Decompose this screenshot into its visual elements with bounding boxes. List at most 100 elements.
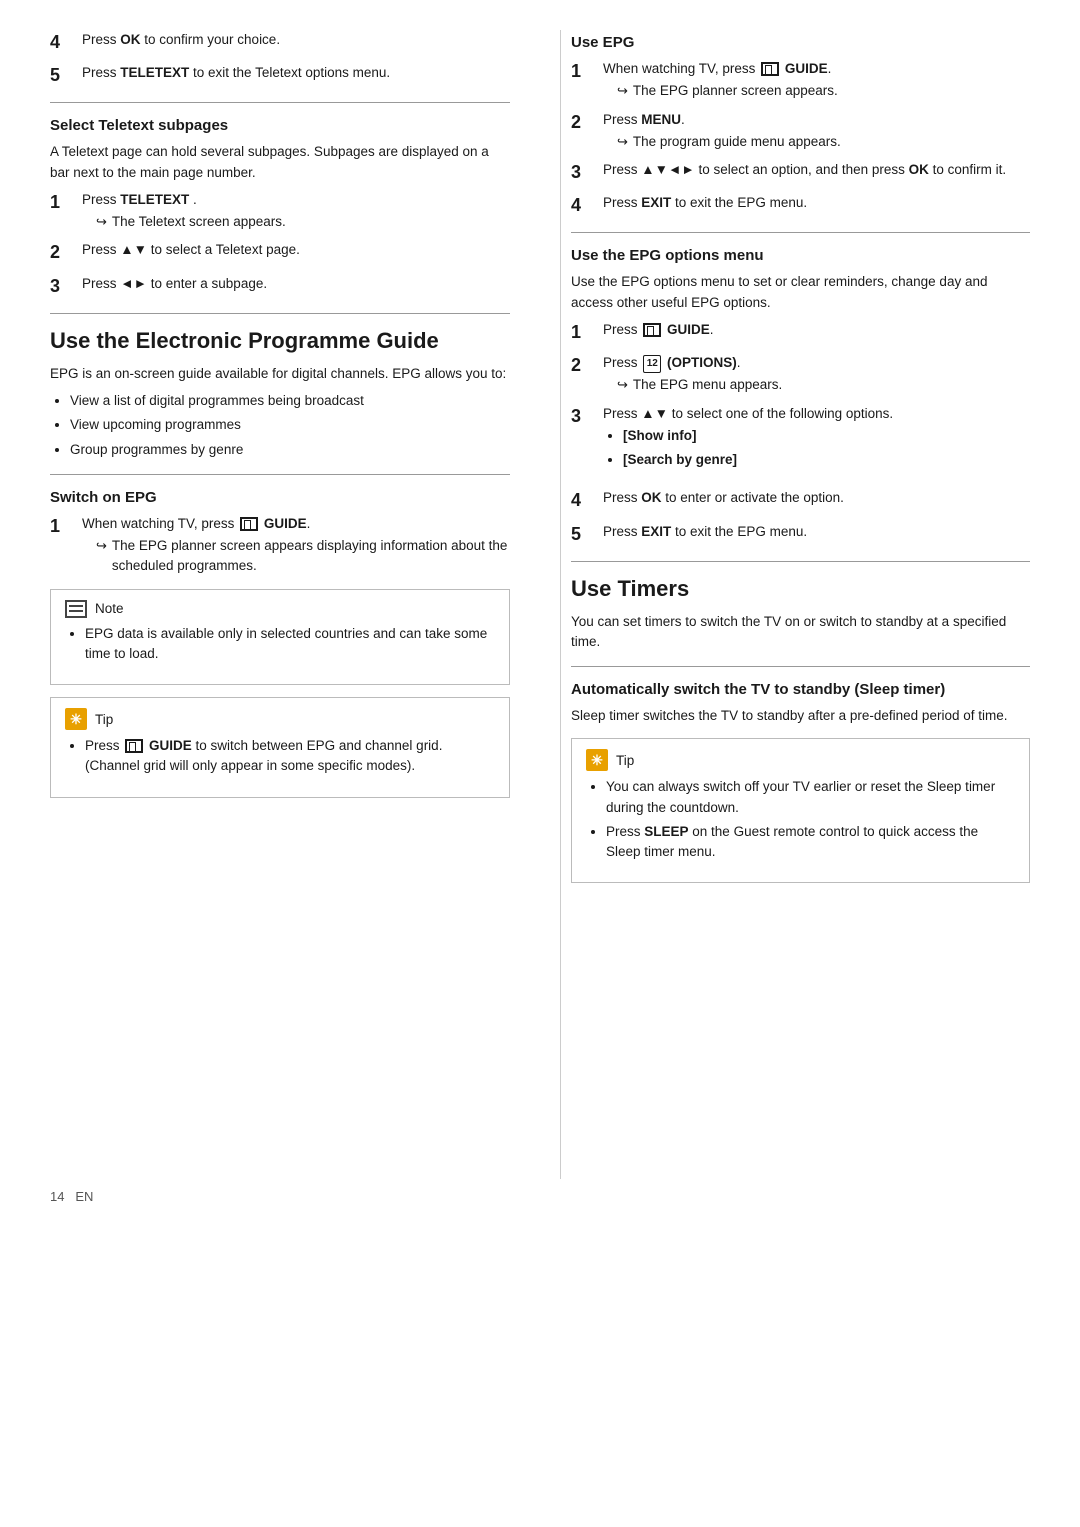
epg-bullets: View a list of digital programmes being …: [70, 391, 510, 460]
subpages-step-3-num: 3: [50, 274, 76, 299]
epg-intro: EPG is an on-screen guide available for …: [50, 364, 510, 384]
epg-opt-bullet-1: [Show info]: [623, 426, 1030, 446]
guide-icon-right-1: [761, 62, 779, 76]
epg-opt-step-4-content: Press OK to enter or activate the option…: [603, 488, 1030, 510]
tip-header-left: ✳ Tip: [65, 708, 495, 730]
guide-icon-tip: [125, 739, 143, 753]
step-4: 4 Press OK to confirm your choice.: [50, 30, 510, 55]
epg-opt-step-4-num: 4: [571, 488, 597, 513]
epg-opt-step-2-content: Press 12 (OPTIONS). ↪ The EPG menu appea…: [603, 353, 1030, 396]
tip-box-right: ✳ Tip You can always switch off your TV …: [571, 738, 1030, 883]
step-5-number: 5: [50, 63, 76, 88]
divider-3: [50, 474, 510, 475]
use-epg-step-1-arrow: ↪ The EPG planner screen appears.: [617, 81, 1030, 101]
select-subpages-title: Select Teletext subpages: [50, 117, 510, 134]
step-5: 5 Press TELETEXT to exit the Teletext op…: [50, 63, 510, 88]
note-bullet-1: EPG data is available only in selected c…: [85, 624, 495, 665]
switch-epg-step-1-num: 1: [50, 514, 76, 539]
use-epg-step-3-content: Press ▲▼◄► to select an option, and then…: [603, 160, 1030, 182]
tip-icon-right: ✳: [586, 749, 608, 771]
tip-bullets-left: Press GUIDE to switch between EPG and ch…: [85, 736, 495, 777]
use-epg-step-1-text: When watching TV, press GUIDE.: [603, 59, 1030, 79]
epg-options-intro: Use the EPG options menu to set or clear…: [571, 272, 1030, 313]
arrow-sym-opt2: ↪: [617, 375, 628, 395]
divider-1: [50, 102, 510, 103]
tip-header-right: ✳ Tip: [586, 749, 1015, 771]
step-4-content: Press OK to confirm your choice.: [82, 30, 510, 52]
tip-bullet-left-1: Press GUIDE to switch between EPG and ch…: [85, 736, 495, 777]
subpages-step-3-text: Press ◄► to enter a subpage.: [82, 274, 510, 294]
epg-opt-step-2-arrow: ↪ The EPG menu appears.: [617, 375, 1030, 395]
divider-r2: [571, 561, 1030, 562]
auto-standby-intro: Sleep timer switches the TV to standby a…: [571, 706, 1030, 726]
use-timers-title: Use Timers: [571, 576, 1030, 602]
tip-label-left: Tip: [95, 712, 113, 727]
switch-epg-arrow-text: The EPG planner screen appears displayin…: [112, 536, 510, 577]
guide-icon-opt-1: [643, 323, 661, 337]
epg-opt-bullet-2: [Search by genre]: [623, 450, 1030, 470]
use-epg-step-2-content: Press MENU. ↪ The program guide menu app…: [603, 110, 1030, 153]
switch-epg-step-1-text: When watching TV, press GUIDE.: [82, 514, 510, 534]
note-icon: [65, 600, 87, 618]
note-bullets: EPG data is available only in selected c…: [85, 624, 495, 665]
note-header: Note: [65, 600, 495, 618]
subpages-step-1: 1 Press TELETEXT . ↪ The Teletext screen…: [50, 190, 510, 233]
use-epg-step-2-arrow: ↪ The program guide menu appears.: [617, 132, 1030, 152]
switch-epg-title: Switch on EPG: [50, 489, 510, 506]
arrow-sym-2: ↪: [96, 536, 107, 556]
switch-epg-step-1-content: When watching TV, press GUIDE. ↪ The EPG…: [82, 514, 510, 577]
subpages-step-3-content: Press ◄► to enter a subpage.: [82, 274, 510, 296]
options-icon: 12: [643, 355, 661, 373]
epg-opt-step-2: 2 Press 12 (OPTIONS). ↪ The EPG menu app…: [571, 353, 1030, 396]
step-4-number: 4: [50, 30, 76, 55]
page-footer: 14 EN: [50, 1179, 1030, 1487]
arrow-sym-r1: ↪: [617, 81, 628, 101]
tip-bullets-right: You can always switch off your TV earlie…: [606, 777, 1015, 862]
epg-opt-step-4: 4 Press OK to enter or activate the opti…: [571, 488, 1030, 513]
epg-options-title: Use the EPG options menu: [571, 247, 1030, 264]
epg-opt-step-3-bullets: [Show info] [Search by genre]: [623, 426, 1030, 471]
use-epg-title: Use EPG: [571, 34, 1030, 51]
use-epg-step-3: 3 Press ▲▼◄► to select an option, and th…: [571, 160, 1030, 185]
epg-opt-step-1: 1 Press GUIDE.: [571, 320, 1030, 345]
arrow-sym-r2: ↪: [617, 132, 628, 152]
divider-r3: [571, 666, 1030, 667]
tip-icon-left: ✳: [65, 708, 87, 730]
epg-opt-step-3-content: Press ▲▼ to select one of the following …: [603, 404, 1030, 481]
divider-r1: [571, 232, 1030, 233]
tip-bullet-right-1: You can always switch off your TV earlie…: [606, 777, 1015, 818]
auto-standby-title: Automatically switch the TV to standby (…: [571, 681, 1030, 698]
epg-bullet-1: View a list of digital programmes being …: [70, 391, 510, 411]
epg-opt-step-2-arrow-text: The EPG menu appears.: [633, 375, 782, 395]
epg-opt-step-5-content: Press EXIT to exit the EPG menu.: [603, 522, 1030, 544]
switch-epg-arrow: ↪ The EPG planner screen appears display…: [96, 536, 510, 577]
epg-opt-step-3-text: Press ▲▼ to select one of the following …: [603, 404, 1030, 424]
epg-opt-step-2-text: Press 12 (OPTIONS).: [603, 353, 1030, 373]
divider-2: [50, 313, 510, 314]
step-4-text: Press OK to confirm your choice.: [82, 30, 510, 50]
use-epg-step-4-content: Press EXIT to exit the EPG menu.: [603, 193, 1030, 215]
epg-opt-step-3-num: 3: [571, 404, 597, 429]
switch-epg-step-1: 1 When watching TV, press GUIDE. ↪ The E…: [50, 514, 510, 577]
epg-bullet-2: View upcoming programmes: [70, 415, 510, 435]
right-column: Use EPG 1 When watching TV, press GUIDE.…: [560, 30, 1030, 1179]
page-number: 14: [50, 1189, 64, 1204]
note-box: Note EPG data is available only in selec…: [50, 589, 510, 686]
epg-opt-step-1-text: Press GUIDE.: [603, 320, 1030, 340]
epg-bullet-3: Group programmes by genre: [70, 440, 510, 460]
subpages-step-2-text: Press ▲▼ to select a Teletext page.: [82, 240, 510, 260]
use-epg-step-2-arrow-text: The program guide menu appears.: [633, 132, 841, 152]
select-subpages-intro: A Teletext page can hold several subpage…: [50, 142, 510, 183]
note-label: Note: [95, 601, 124, 616]
subpages-step-1-num: 1: [50, 190, 76, 215]
epg-main-title: Use the Electronic Programme Guide: [50, 328, 510, 354]
subpages-step-2-content: Press ▲▼ to select a Teletext page.: [82, 240, 510, 262]
use-epg-step-1-arrow-text: The EPG planner screen appears.: [633, 81, 838, 101]
epg-opt-step-2-num: 2: [571, 353, 597, 378]
use-epg-step-3-text: Press ▲▼◄► to select an option, and then…: [603, 160, 1030, 180]
step-5-content: Press TELETEXT to exit the Teletext opti…: [82, 63, 510, 85]
epg-opt-step-5-num: 5: [571, 522, 597, 547]
subpages-step-1-text: Press TELETEXT .: [82, 190, 510, 210]
guide-icon: [240, 517, 258, 531]
left-column: 4 Press OK to confirm your choice. 5 Pre…: [50, 30, 520, 1179]
